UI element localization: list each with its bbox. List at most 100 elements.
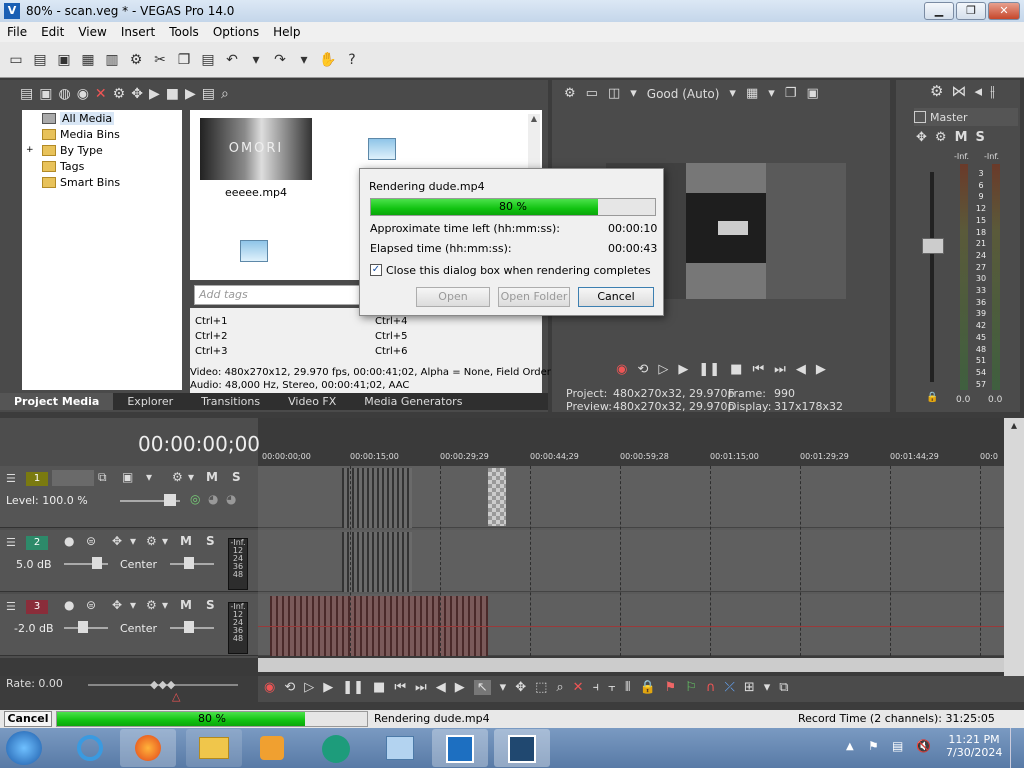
control-panel-icon[interactable] [372,729,428,767]
mixer-icon[interactable]: ⫲ [990,82,995,100]
tag-shortcut[interactable]: Ctrl+6 [375,346,408,357]
master-solo-button[interactable]: S [976,130,985,145]
tag-shortcut[interactable]: Ctrl+5 [375,331,408,342]
play-from-start-icon[interactable]: ▷ [658,362,668,377]
video-track-1[interactable]: ☰ 1 ⧉ ▣ ▾ ⚙ ▾ M S Level: 100.0 % ◎ ◕ ◕ [0,466,258,528]
media-item-video[interactable]: OMORI eeeee.mp4 [192,112,320,212]
track-fx-dropdown-icon[interactable]: ▾ [162,598,168,612]
tree-tags[interactable]: Tags [22,158,182,174]
paste-icon[interactable]: ▤ [198,50,218,70]
save-snapshot-icon[interactable]: ▣ [806,86,818,101]
solo-button[interactable]: S [206,598,215,612]
help-icon[interactable]: ? [342,50,362,70]
go-to-start-icon[interactable]: ⏮ [752,362,764,377]
zoom-tool-icon[interactable]: ⌕ [556,680,563,695]
master-fader-handle[interactable] [922,238,944,254]
compositing-parent-icon[interactable]: ◕ [208,492,218,506]
compositing-child-icon[interactable]: ◎ [190,492,200,506]
media-player-icon[interactable] [244,729,300,767]
dim-icon[interactable]: ◂ [974,82,982,100]
media-app-icon[interactable] [308,729,364,767]
pan-slider-handle[interactable] [184,621,194,633]
split-screen-icon[interactable]: ◫ [608,86,620,101]
ripple-dropdown-icon[interactable]: ▾ [764,680,771,695]
edit-tool-dropdown-icon[interactable]: ▾ [500,680,507,695]
split-icon[interactable]: ⫴ [625,680,630,695]
copy-snapshot-icon[interactable]: ❐ [785,86,797,101]
undo-dropdown-icon[interactable]: ▾ [246,50,266,70]
track-fx-icon[interactable]: ⚙ [146,598,157,612]
auto-preview-icon[interactable]: ✥ [131,86,143,102]
maximize-button[interactable]: ❐ [956,2,986,20]
ripple-edit-icon[interactable]: ⊞ [744,680,755,695]
firefox-icon[interactable] [120,729,176,767]
loop-icon[interactable]: ⟲ [284,680,295,695]
show-desktop-button[interactable] [1010,728,1024,768]
tag-shortcut[interactable]: Ctrl+1 [195,316,228,327]
import-media-icon[interactable]: ▤ [20,86,33,102]
record-icon[interactable]: ◉ [616,362,627,377]
tree-by-type[interactable]: + By Type [22,142,182,158]
invert-phase-icon[interactable]: ⊜ [86,534,96,548]
solo-button[interactable]: S [232,470,241,484]
open-folder-button[interactable]: Open Folder [498,287,570,307]
track-name-field[interactable] [52,470,94,486]
stop-preview-icon[interactable]: ■ [166,86,179,102]
tree-all-media[interactable]: All Media [22,110,182,126]
arm-record-icon[interactable]: ● [64,598,74,612]
volume-slider-handle[interactable] [78,621,88,633]
mute-button[interactable]: M [206,470,218,484]
menu-view[interactable]: View [71,25,113,39]
volume-slider-handle[interactable] [92,557,102,569]
redo-icon[interactable]: ↷ [270,50,290,70]
play-icon[interactable]: ▶ [323,680,333,695]
auto-crossfade-icon[interactable]: ⤫ [724,680,734,695]
taskbar-clock[interactable]: 11:21 PM 7/30/2024 [946,733,1002,759]
vegas-pro-taskbar-icon[interactable] [494,729,550,767]
master-fader-track[interactable] [930,172,934,382]
audio-event-clip[interactable] [342,532,412,592]
capture-icon[interactable]: ▣ [39,86,52,102]
mute-button[interactable]: M [180,598,192,612]
menu-options[interactable]: Options [206,25,266,39]
arm-record-icon[interactable]: ● [64,534,74,548]
properties-gear-icon[interactable]: ⚙ [126,50,146,70]
composite-dropdown-icon[interactable]: ▾ [146,470,152,484]
cancel-render-button[interactable]: Cancel [578,287,654,307]
track-fx-icon[interactable]: ⚙ [172,470,183,484]
tab-explorer[interactable]: Explorer [113,393,187,410]
timeline-horizontal-scrollbar[interactable] [258,658,1004,672]
track-fx-icon[interactable]: ⚙ [146,534,157,548]
previous-frame-icon[interactable]: ◀ [796,362,806,377]
track-expand-icon[interactable]: ☰ [6,472,16,485]
expand-icon[interactable]: + [26,145,34,155]
redo-dropdown-icon[interactable]: ▾ [294,50,314,70]
views-icon[interactable]: ▤ [202,86,215,102]
tag-shortcut[interactable]: Ctrl+3 [195,346,228,357]
tag-shortcut[interactable]: Ctrl+2 [195,331,228,342]
split-dropdown-icon[interactable]: ▾ [630,86,637,101]
copy-icon[interactable]: ❐ [174,50,194,70]
web-icon[interactable]: ◉ [77,86,89,102]
whats-this-icon[interactable]: ✋ [318,50,338,70]
play-icon[interactable]: ▶ [678,362,688,377]
lock-envelopes-icon[interactable]: ⧉ [779,680,788,695]
timeline-vertical-scrollbar[interactable]: ▴ [1004,418,1024,676]
composite-mode-icon[interactable]: ▣ [122,470,133,484]
snapping-icon[interactable]: ∩ [706,680,716,695]
start-button-icon[interactable] [6,731,42,765]
track-motion-icon[interactable]: ⧉ [98,470,107,485]
new-project-icon[interactable]: ▭ [6,50,26,70]
image-file-icon[interactable] [240,240,268,262]
menu-tools[interactable]: Tools [162,25,206,39]
pan-slider-handle[interactable] [184,557,194,569]
render-app-icon[interactable] [432,729,488,767]
pause-icon[interactable]: ❚❚ [342,680,364,695]
pan-icon[interactable]: ✥ [112,598,122,612]
mute-button[interactable]: M [180,534,192,548]
envelope-tool-icon[interactable]: ✥ [515,680,526,695]
video-event-clip[interactable] [342,468,412,528]
go-to-end-icon[interactable]: ⏭ [415,680,427,695]
region-icon[interactable]: ⚐ [685,680,697,695]
save-as-icon[interactable]: ▦ [78,50,98,70]
